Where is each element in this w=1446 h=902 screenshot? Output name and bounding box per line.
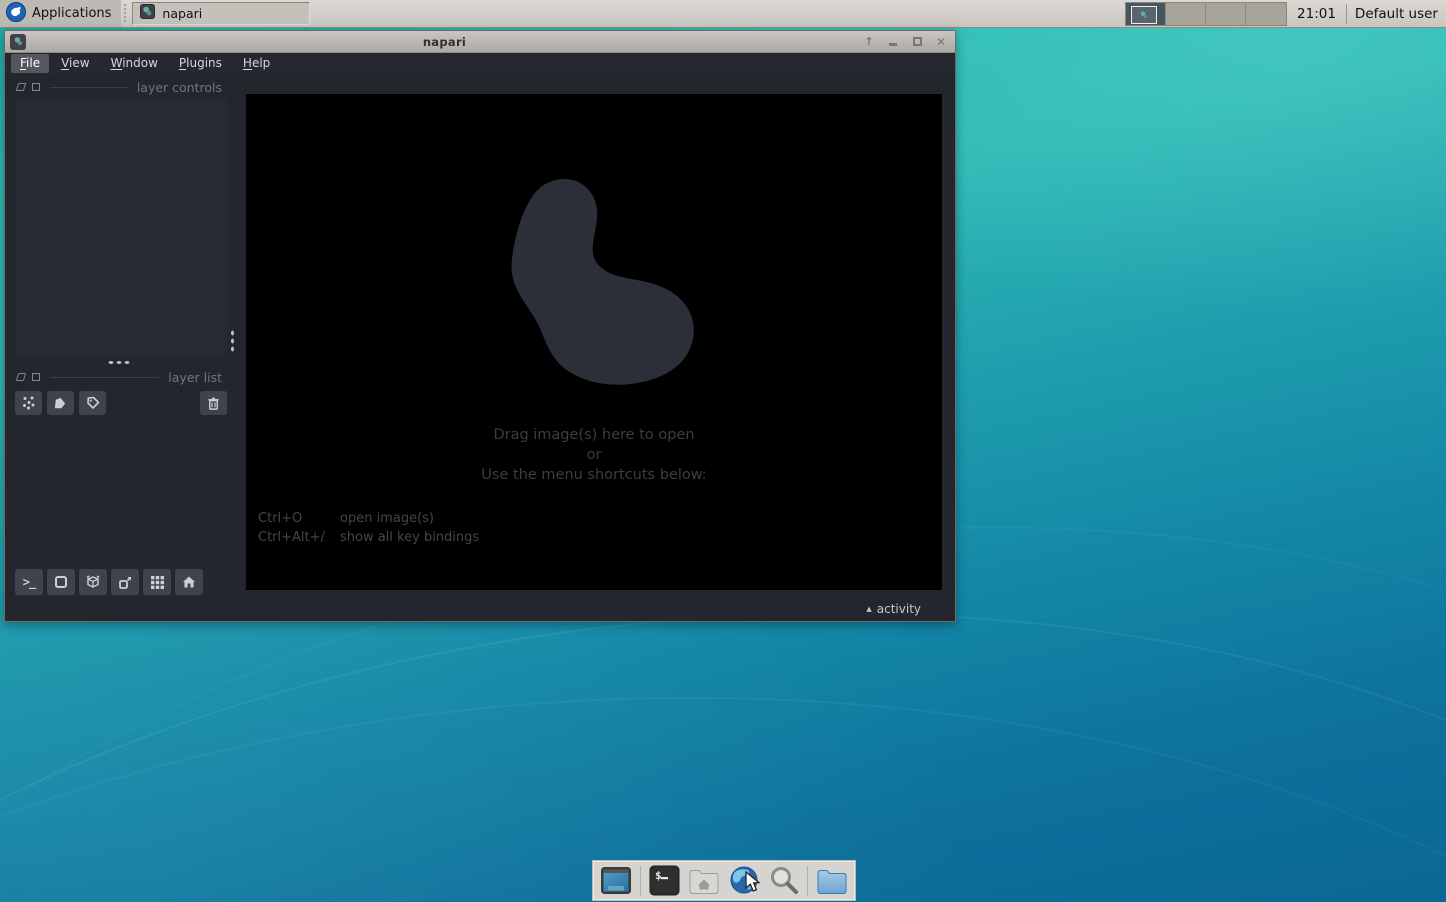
- console-icon: >_: [23, 575, 35, 589]
- console-button[interactable]: >_: [15, 569, 43, 595]
- shortcut-action: open image(s): [340, 511, 434, 526]
- menu-help[interactable]: Help: [234, 54, 279, 73]
- panel-drag-handle[interactable]: [123, 3, 128, 24]
- home-icon: [181, 574, 197, 590]
- viewer-canvas[interactable]: Drag image(s) here to open or Use the me…: [246, 94, 942, 590]
- user-menu[interactable]: Default user: [1347, 6, 1446, 22]
- app-finder-launcher[interactable]: [765, 863, 802, 899]
- layer-controls-panel: [15, 99, 227, 355]
- status-bar: ▲ activity: [5, 597, 955, 621]
- menu-plugins[interactable]: Plugins: [170, 54, 231, 73]
- window-title: napari: [26, 35, 863, 49]
- file-manager-folder-icon: [815, 866, 849, 896]
- menu-window[interactable]: Window: [102, 54, 167, 73]
- workspace-pager[interactable]: [1125, 2, 1287, 26]
- grid-view-button[interactable]: [143, 569, 171, 595]
- napari-window: napari ↑ ✕ File View Window Plugins Help…: [4, 30, 956, 622]
- workspace-1-active[interactable]: [1126, 3, 1166, 25]
- layer-controls-title: layer controls: [137, 80, 222, 95]
- terminal-icon: $: [648, 864, 681, 897]
- new-points-layer-button[interactable]: [15, 391, 42, 415]
- canvas-hint-text: Drag image(s) here to open or Use the me…: [246, 425, 942, 485]
- home-reset-view-button[interactable]: [175, 569, 203, 595]
- activity-button[interactable]: activity: [877, 602, 921, 616]
- applications-label: Applications: [32, 6, 111, 21]
- close-button[interactable]: ✕: [935, 36, 947, 48]
- file-manager-launcher[interactable]: [813, 863, 850, 899]
- desktop-icon: [599, 865, 633, 897]
- transpose-icon: [117, 574, 134, 591]
- delete-layer-button[interactable]: [200, 391, 227, 415]
- roll-dimensions-button[interactable]: [79, 569, 107, 595]
- workspace-4[interactable]: [1246, 3, 1286, 25]
- maximize-button[interactable]: [911, 36, 923, 48]
- bottom-launcher-dock: $: [592, 860, 856, 901]
- workspace-2[interactable]: [1166, 3, 1206, 25]
- activity-expand-icon: ▲: [866, 605, 871, 613]
- minimize-button[interactable]: [887, 36, 899, 48]
- home-folder-icon: [687, 866, 721, 896]
- taskbar-button-napari[interactable]: napari: [132, 2, 310, 25]
- taskbar-window-label: napari: [162, 6, 202, 21]
- layer-controls-header: layer controls: [17, 79, 222, 95]
- napari-app-icon: [10, 34, 26, 50]
- shortcut-action: show all key bindings: [340, 530, 479, 545]
- layer-list-header: layer list: [17, 369, 222, 385]
- horizontal-splitter-handle[interactable]: [107, 360, 131, 365]
- hint-line-or: or: [246, 445, 942, 465]
- shortcut-row: Ctrl+Alt+/show all key bindings: [258, 529, 479, 548]
- shortcut-hints: Ctrl+Oopen image(s) Ctrl+Alt+/show all k…: [258, 510, 479, 547]
- hint-line-menu: Use the menu shortcuts below:: [246, 465, 942, 485]
- shortcut-keys: Ctrl+O: [258, 510, 340, 529]
- menu-file[interactable]: File: [11, 54, 49, 73]
- shortcut-row: Ctrl+Oopen image(s): [258, 510, 479, 529]
- desktop-launcher[interactable]: [598, 863, 635, 899]
- search-magnifier-icon: [767, 864, 801, 898]
- transpose-dimensions-button[interactable]: [111, 569, 139, 595]
- left-dock-panel: layer controls layer list: [5, 75, 246, 597]
- menu-view[interactable]: View: [52, 54, 98, 73]
- cube-roll-icon: [84, 573, 102, 591]
- shortcut-keys: Ctrl+Alt+/: [258, 529, 340, 548]
- toggle-2d-3d-button[interactable]: [47, 569, 75, 595]
- header-divider: [50, 377, 159, 378]
- new-labels-layer-button[interactable]: [79, 391, 106, 415]
- new-shapes-layer-button[interactable]: [47, 391, 74, 415]
- workspace-3[interactable]: [1206, 3, 1246, 25]
- panel-clock[interactable]: 21:01: [1287, 6, 1346, 22]
- svg-text:$: $: [655, 869, 662, 882]
- points-icon: [21, 395, 37, 411]
- workspace-window-thumbnail: [1131, 6, 1157, 24]
- napari-app-icon: [140, 4, 155, 23]
- terminal-launcher[interactable]: $: [646, 863, 683, 899]
- window-titlebar[interactable]: napari ↑ ✕: [5, 31, 955, 53]
- float-panel-icon[interactable]: [16, 373, 27, 381]
- float-panel-icon[interactable]: [16, 83, 27, 91]
- shapes-icon: [53, 396, 68, 411]
- dock-separator: [807, 866, 808, 896]
- header-divider: [50, 87, 128, 88]
- home-folder-launcher[interactable]: [686, 863, 723, 899]
- vertical-splitter-handle[interactable]: [230, 329, 235, 353]
- shade-window-button[interactable]: ↑: [863, 36, 875, 48]
- applications-menu-button[interactable]: Applications: [0, 0, 121, 27]
- hide-panel-icon[interactable]: [32, 83, 40, 91]
- mouse-cursor: [744, 871, 764, 897]
- layer-buttons-row: [15, 391, 227, 415]
- layer-list-title: layer list: [168, 370, 222, 385]
- dock-separator: [640, 866, 641, 896]
- square-2d-icon: [53, 574, 69, 590]
- top-panel: Applications napari 21:01 Default user: [0, 0, 1446, 28]
- xfce-menu-icon: [6, 2, 26, 26]
- hide-panel-icon[interactable]: [32, 373, 40, 381]
- trash-icon: [206, 396, 221, 411]
- hint-line-open: Drag image(s) here to open: [246, 425, 942, 445]
- tag-icon: [85, 395, 101, 411]
- menu-bar: File View Window Plugins Help: [5, 53, 955, 74]
- grid-icon: [150, 575, 165, 590]
- viewer-buttons-row: >_: [15, 569, 203, 595]
